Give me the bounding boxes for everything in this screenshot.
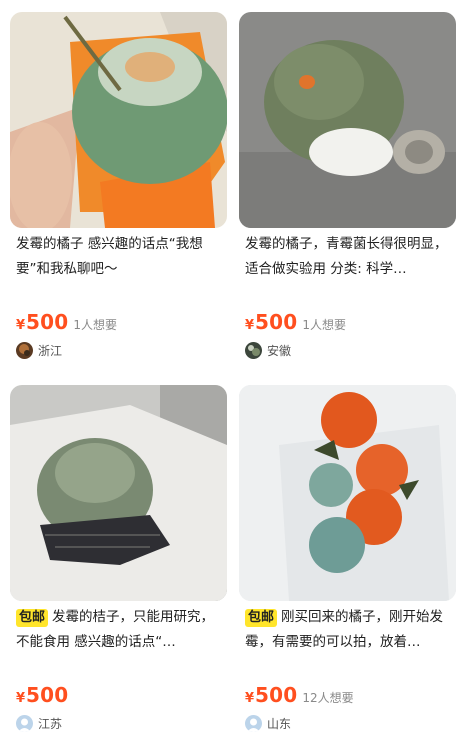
- price: 500: [26, 310, 69, 334]
- seller-avatar[interactable]: [16, 714, 33, 732]
- currency-symbol: ¥: [16, 691, 26, 706]
- price-row: ¥ 500: [16, 683, 73, 707]
- product-card[interactable]: 包邮 刚买回来的橘子，刚开始发霉，有需要的可以拍，放着… ¥ 500 12人想要 …: [239, 385, 456, 740]
- currency-symbol: ¥: [245, 691, 255, 706]
- product-image[interactable]: [239, 12, 456, 228]
- location-label: 山东: [267, 716, 292, 731]
- location-label: 浙江: [38, 343, 63, 358]
- want-count: 1人想要: [73, 318, 118, 332]
- want-count: 12人想要: [302, 691, 354, 705]
- currency-symbol: ¥: [16, 318, 26, 333]
- product-title[interactable]: 发霉的橘子，青霉菌长得很明显，适合做实验用 分类: 科学…: [245, 232, 451, 282]
- seller-location[interactable]: 江苏: [16, 713, 62, 733]
- seller-location[interactable]: 浙江: [16, 340, 62, 360]
- product-image[interactable]: [10, 12, 227, 228]
- currency-symbol: ¥: [245, 318, 255, 333]
- product-card[interactable]: 包邮 发霉的桔子，只能用研究，不能食用 感兴趣的话点“… ¥ 500 江苏: [10, 385, 227, 740]
- product-card[interactable]: 发霉的橘子，青霉菌长得很明显，适合做实验用 分类: 科学… ¥ 500 1人想要…: [239, 12, 456, 360]
- product-image[interactable]: [239, 385, 456, 601]
- free-shipping-tag: 包邮: [245, 609, 278, 627]
- product-title[interactable]: 发霉的橘子 感兴趣的话点“我想要”和我私聊吧～: [16, 232, 222, 282]
- location-label: 江苏: [38, 716, 63, 731]
- want-count: 1人想要: [302, 318, 347, 332]
- free-shipping-tag: 包邮: [16, 609, 49, 627]
- seller-location[interactable]: 山东: [245, 713, 291, 733]
- price-row: ¥ 500 1人想要: [245, 310, 346, 334]
- seller-avatar[interactable]: [16, 341, 33, 359]
- price-row: ¥ 500 12人想要: [245, 683, 354, 707]
- seller-location[interactable]: 安徽: [245, 340, 291, 360]
- product-image[interactable]: [10, 385, 227, 601]
- location-label: 安徽: [267, 343, 292, 358]
- price: 500: [255, 310, 298, 334]
- product-title[interactable]: 包邮 发霉的桔子，只能用研究，不能食用 感兴趣的话点“…: [16, 605, 222, 655]
- product-card[interactable]: 发霉的橘子 感兴趣的话点“我想要”和我私聊吧～ ¥ 500 1人想要 浙江: [10, 12, 227, 360]
- seller-avatar[interactable]: [245, 341, 262, 359]
- price: 500: [26, 683, 69, 707]
- product-title[interactable]: 包邮 刚买回来的橘子，刚开始发霉，有需要的可以拍，放着…: [245, 605, 451, 655]
- seller-avatar[interactable]: [245, 714, 262, 732]
- price-row: ¥ 500 1人想要: [16, 310, 117, 334]
- price: 500: [255, 683, 298, 707]
